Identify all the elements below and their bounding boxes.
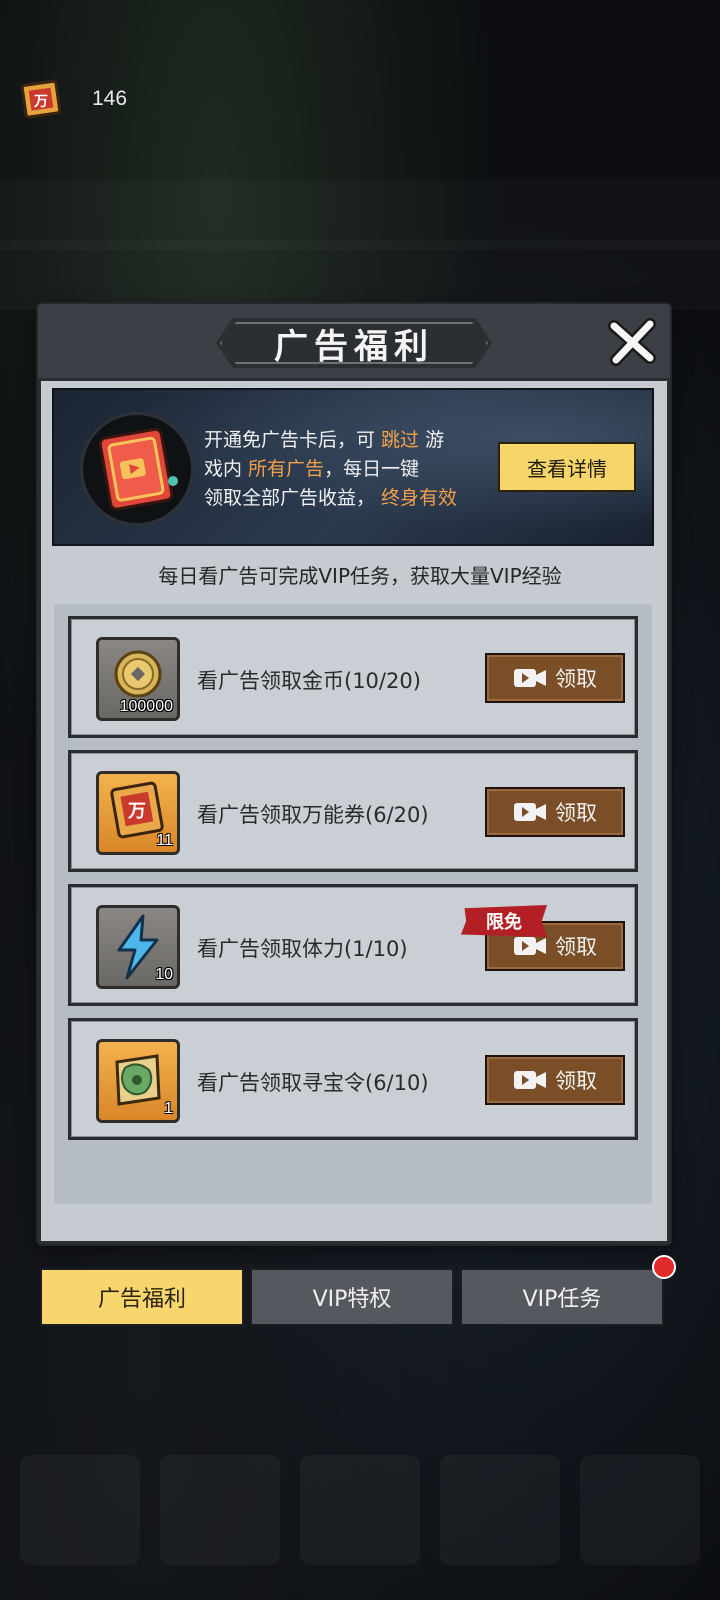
list-item: 万 11 看广告领取万能券(6/20) 领取 bbox=[68, 750, 638, 872]
claim-button[interactable]: 领取 bbox=[485, 787, 625, 837]
ad-free-card-icon bbox=[98, 427, 178, 511]
tab-vip-privileges[interactable]: VIP特权 bbox=[250, 1268, 454, 1326]
banner-text: 领取全部广告收益， bbox=[204, 487, 382, 509]
claim-label: 领取 bbox=[555, 667, 597, 691]
item-slot: 100000 bbox=[96, 637, 180, 721]
claim-button[interactable]: 领取 bbox=[485, 653, 625, 703]
banner-text: ，每日一键 bbox=[324, 458, 420, 480]
banner-highlight: 终身有效 bbox=[381, 487, 458, 509]
background-strip bbox=[0, 240, 720, 310]
close-icon bbox=[608, 318, 656, 366]
free-badge: 限免 bbox=[461, 905, 547, 937]
panel-title: 广告福利 bbox=[274, 326, 434, 367]
item-count: 10 bbox=[155, 966, 173, 983]
svg-text:万: 万 bbox=[33, 94, 48, 110]
list-item: 10 看广告领取体力(1/10) 领取 限免 bbox=[68, 884, 638, 1006]
background-nav-tile bbox=[300, 1455, 420, 1565]
coupon-scroll-icon: 万 bbox=[20, 79, 62, 119]
item-count: 100000 bbox=[119, 698, 173, 715]
background-nav-tile bbox=[160, 1455, 280, 1565]
banner-highlight: 跳过 bbox=[381, 429, 420, 451]
background-nav-tile bbox=[580, 1455, 700, 1565]
tab-vip-tasks[interactable]: VIP任务 bbox=[460, 1268, 664, 1326]
row-label: 看广告领取金币(10/20) bbox=[197, 669, 421, 693]
ad-free-card-medallion bbox=[80, 412, 194, 526]
ad-free-banner: 开通免广告卡后，可 跳过 游 戏内 所有广告，每日一键 领取全部广告收益， 终身… bbox=[52, 388, 654, 546]
video-camera-icon bbox=[514, 937, 546, 955]
banner-text: 游 bbox=[419, 429, 445, 451]
panel-title-plate: 广告福利 bbox=[216, 318, 492, 368]
currency-display: 万 146 bbox=[18, 74, 127, 124]
item-slot: 1 bbox=[96, 1039, 180, 1123]
background-nav-tile bbox=[20, 1455, 140, 1565]
close-button[interactable] bbox=[604, 314, 660, 370]
list-item: 100000 看广告领取金币(10/20) 领取 bbox=[68, 616, 638, 738]
banner-description: 开通免广告卡后，可 跳过 游 戏内 所有广告，每日一键 领取全部广告收益， 终身… bbox=[204, 426, 504, 513]
row-label: 看广告领取寻宝令(6/10) bbox=[197, 1071, 429, 1095]
vip-hint-text: 每日看广告可完成VIP任务，获取大量VIP经验 bbox=[158, 564, 562, 588]
notification-dot bbox=[652, 1255, 676, 1279]
video-camera-icon bbox=[514, 1071, 546, 1089]
claim-label: 领取 bbox=[555, 935, 597, 959]
row-label: 看广告领取体力(1/10) bbox=[197, 937, 408, 961]
tab-ad-benefits[interactable]: 广告福利 bbox=[40, 1268, 244, 1326]
claim-label: 领取 bbox=[555, 1069, 597, 1093]
banner-text: 开通免广告卡后，可 bbox=[204, 429, 382, 451]
banner-text: 戏内 bbox=[204, 458, 249, 480]
item-slot: 万 11 bbox=[96, 771, 180, 855]
item-count: 1 bbox=[164, 1100, 173, 1117]
video-camera-icon bbox=[514, 803, 546, 821]
claim-button[interactable]: 领取 bbox=[485, 1055, 625, 1105]
svg-text:万: 万 bbox=[127, 801, 146, 822]
list-item: 1 看广告领取寻宝令(6/10) 领取 bbox=[68, 1018, 638, 1140]
item-count: 11 bbox=[156, 832, 173, 849]
video-camera-icon bbox=[514, 669, 546, 687]
banner-highlight: 所有广告 bbox=[248, 458, 325, 480]
row-label: 看广告领取万能券(6/20) bbox=[197, 803, 429, 827]
item-slot: 10 bbox=[96, 905, 180, 989]
view-details-button[interactable]: 查看详情 bbox=[498, 442, 636, 492]
background-nav-tile bbox=[440, 1455, 560, 1565]
currency-value: 146 bbox=[92, 87, 128, 110]
claim-label: 领取 bbox=[555, 801, 597, 825]
